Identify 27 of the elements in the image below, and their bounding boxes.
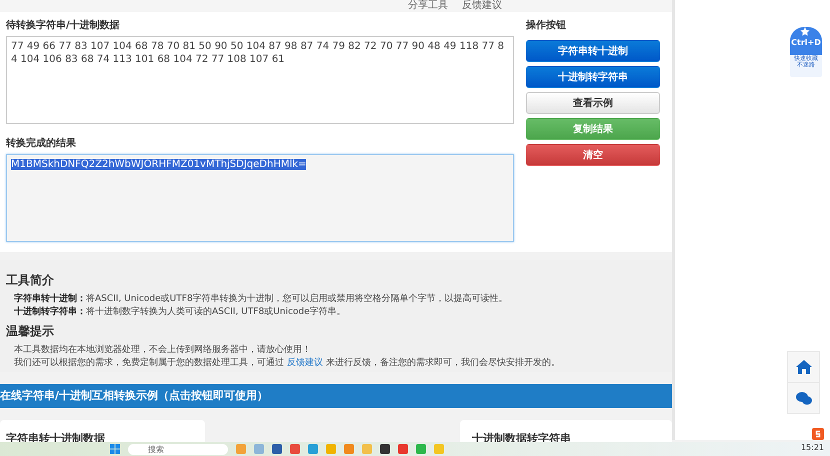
input-label: 待转换字符串/十进制数据 [6, 18, 121, 32]
feedback-link[interactable]: 反馈建议 [286, 358, 323, 368]
tips-title: 温馨提示 [6, 323, 55, 340]
action-button[interactable]: 复制结果 [526, 118, 660, 140]
action-button[interactable]: 清空 [526, 144, 660, 166]
actions-title: 操作按钮 [526, 18, 568, 32]
chat-bubbles-icon [796, 392, 812, 404]
input-textarea[interactable]: 77 49 66 77 83 107 104 68 78 70 81 50 90 50 104 87 98 87 74 79 82 72 70 77 90 48 49 118 77 84 104 106 83 68 74 113 101 68 104 72 77 108 107 61 [6, 36, 514, 124]
examples-banner: 在线字符串/十进制互相转换示例（点击按钮即可使用） [0, 384, 672, 408]
intro-title: 工具简介 [6, 272, 55, 289]
star-icon [800, 27, 812, 38]
input-method-icon[interactable] [812, 428, 824, 440]
action-button[interactable]: 查看示例 [526, 92, 660, 114]
tips-text: 本工具数据均在本地浏览器处理，不会上传到网络服务器中，请放心使用！ [13, 344, 312, 357]
action-button[interactable]: 十进制转字符串 [526, 66, 660, 88]
chat-button[interactable] [787, 382, 820, 414]
home-button[interactable] [787, 351, 820, 383]
intro-text: 十进制转字符串：将十进制数字转换为人类可读的ASCII, UTF8或Unicode字符串。 [13, 306, 347, 319]
intro-text: 字符串转十进制：将ASCII, Unicode或UTF8字符串转换为十进制，您可以启用或禁用将空格分隔单个字节，以提高可读性。 [13, 293, 509, 306]
clock-time: 15:21 [800, 443, 824, 452]
tips-text: 我们还可以根据您的需求，免费定制属于您的数据处理工具，可通过 反馈建议 来进行反馈，备注您的需求即可，我们会尽快安排开发的。 [13, 357, 561, 370]
result-textarea[interactable]: M1BMSkhDNFQ2Z2hWbWJORHFMZ01vMThjSDJqeDhHMlk= [6, 154, 514, 242]
home-icon [796, 360, 812, 374]
action-button[interactable]: 字符串转十进制 [526, 40, 660, 62]
result-label: 转换完成的结果 [6, 136, 77, 150]
windows-start-icon[interactable] [110, 444, 120, 454]
taskbar-search-field[interactable]: 搜索 [128, 444, 228, 454]
